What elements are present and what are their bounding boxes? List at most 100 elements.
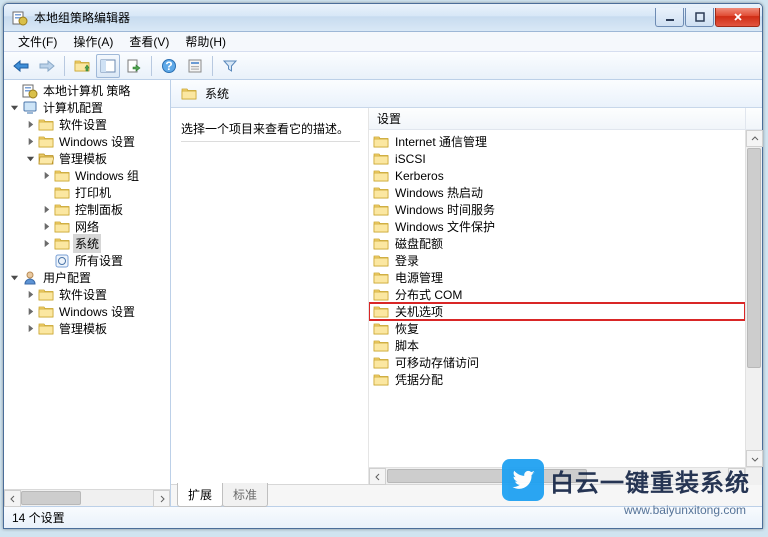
toolbar-sep — [212, 56, 213, 76]
settings-list[interactable]: Internet 通信管理iSCSIKerberosWindows 热启动Win… — [369, 130, 745, 467]
app-icon — [12, 10, 28, 26]
folder-icon — [54, 168, 70, 184]
list-item-label: Windows 文件保护 — [395, 218, 495, 235]
expand-icon[interactable] — [42, 222, 51, 231]
toolbar: ? — [4, 52, 762, 80]
list-item[interactable]: Windows 文件保护 — [369, 218, 745, 235]
titlebar[interactable]: 本地组策略编辑器 — [4, 4, 762, 32]
collapse-icon[interactable] — [10, 273, 19, 282]
folder-icon — [373, 372, 389, 388]
list-item-label: 脚本 — [395, 337, 419, 354]
scroll-up-icon[interactable] — [746, 130, 763, 147]
export-button[interactable] — [122, 54, 146, 78]
tree-hscrollbar[interactable] — [4, 489, 170, 506]
list-item[interactable]: 关机选项 — [369, 303, 745, 320]
folder-icon — [38, 287, 54, 303]
up-button[interactable] — [70, 54, 94, 78]
minimize-button[interactable] — [655, 8, 684, 27]
tree-panel: 本地计算机 策略 计算机配置 软件设置 Windows 设置 管理模板 Wind… — [4, 80, 171, 506]
svg-text:?: ? — [165, 59, 172, 73]
tree[interactable]: 本地计算机 策略 计算机配置 软件设置 Windows 设置 管理模板 Wind… — [4, 80, 170, 489]
list-item-label: Internet 通信管理 — [395, 133, 487, 150]
menu-action[interactable]: 操作(A) — [65, 31, 121, 52]
watermark: 白云一键重装系统 www.baiyunxitong.com — [502, 459, 750, 501]
forward-button[interactable] — [35, 54, 59, 78]
list-item[interactable]: 可移动存储访问 — [369, 354, 745, 371]
expand-icon[interactable] — [26, 324, 35, 333]
menu-view[interactable]: 查看(V) — [121, 31, 177, 52]
properties-button[interactable] — [183, 54, 207, 78]
expand-icon[interactable] — [26, 307, 35, 316]
list-item-label: Kerberos — [395, 169, 444, 183]
header-spacer — [745, 108, 762, 129]
folder-icon — [373, 202, 389, 218]
list-item-label: 恢复 — [395, 320, 419, 337]
scroll-thumb[interactable] — [21, 491, 81, 505]
computer-icon — [22, 100, 38, 116]
scroll-left-icon[interactable] — [4, 490, 21, 507]
list-item-label: Windows 热启动 — [395, 184, 483, 201]
folder-icon — [373, 304, 389, 320]
list-item[interactable]: 分布式 COM — [369, 286, 745, 303]
folder-icon — [373, 168, 389, 184]
scroll-thumb[interactable] — [747, 148, 761, 368]
collapse-icon[interactable] — [26, 154, 35, 163]
back-button[interactable] — [9, 54, 33, 78]
list-item-label: Windows 时间服务 — [395, 201, 495, 218]
list-item[interactable]: 电源管理 — [369, 269, 745, 286]
list-item[interactable]: Internet 通信管理 — [369, 133, 745, 150]
tab-extended[interactable]: 扩展 — [177, 483, 223, 507]
tree-uadmin[interactable]: 管理模板 — [57, 319, 109, 338]
gpedit-icon — [22, 83, 38, 99]
folder-icon — [373, 253, 389, 269]
allset-icon — [54, 253, 70, 269]
list-item[interactable]: Windows 热启动 — [369, 184, 745, 201]
scroll-right-icon[interactable] — [153, 490, 170, 507]
menu-help[interactable]: 帮助(H) — [177, 31, 234, 52]
collapse-icon[interactable] — [10, 103, 19, 112]
show-tree-button[interactable] — [96, 54, 120, 78]
list-item[interactable]: 恢复 — [369, 320, 745, 337]
col-setting[interactable]: 设置 — [369, 110, 745, 127]
list-vscrollbar[interactable] — [745, 130, 762, 467]
folder-icon — [54, 202, 70, 218]
address-title: 系统 — [205, 85, 229, 102]
folder-icon — [54, 219, 70, 235]
list-item[interactable]: 磁盘配额 — [369, 235, 745, 252]
list-item[interactable]: Kerberos — [369, 167, 745, 184]
expand-icon[interactable] — [26, 290, 35, 299]
folder-icon — [373, 338, 389, 354]
expand-icon[interactable] — [26, 120, 35, 129]
expand-icon[interactable] — [42, 205, 51, 214]
folder-icon — [373, 151, 389, 167]
tab-standard[interactable]: 标准 — [222, 483, 268, 507]
expand-icon[interactable] — [42, 239, 51, 248]
description-text: 选择一个项目来查看它的描述。 — [181, 120, 360, 142]
toolbar-sep — [151, 56, 152, 76]
expand-icon[interactable] — [42, 171, 51, 180]
maximize-button[interactable] — [685, 8, 714, 27]
list-item[interactable]: 登录 — [369, 252, 745, 269]
status-count: 14 个设置 — [12, 509, 65, 526]
folder-icon — [181, 86, 197, 102]
folder-open-icon — [38, 151, 54, 167]
list-item[interactable]: 凭据分配 — [369, 371, 745, 388]
list-item[interactable]: iSCSI — [369, 150, 745, 167]
list-item[interactable]: 脚本 — [369, 337, 745, 354]
folder-icon — [373, 270, 389, 286]
folder-icon — [373, 321, 389, 337]
address-bar: 系统 — [171, 80, 762, 108]
menubar: 文件(F) 操作(A) 查看(V) 帮助(H) — [4, 32, 762, 52]
menu-file[interactable]: 文件(F) — [10, 31, 65, 52]
scroll-left-icon[interactable] — [369, 468, 386, 485]
folder-icon — [38, 117, 54, 133]
app-window: 本地组策略编辑器 文件(F) 操作(A) 查看(V) 帮助(H) ? 本地计算机… — [3, 3, 763, 529]
column-header[interactable]: 设置 — [369, 108, 762, 130]
list-item[interactable]: Windows 时间服务 — [369, 201, 745, 218]
help-button[interactable]: ? — [157, 54, 181, 78]
expand-icon[interactable] — [26, 137, 35, 146]
close-button[interactable] — [715, 8, 760, 27]
user-icon — [22, 270, 38, 286]
window-title: 本地组策略编辑器 — [34, 9, 654, 26]
filter-button[interactable] — [218, 54, 242, 78]
